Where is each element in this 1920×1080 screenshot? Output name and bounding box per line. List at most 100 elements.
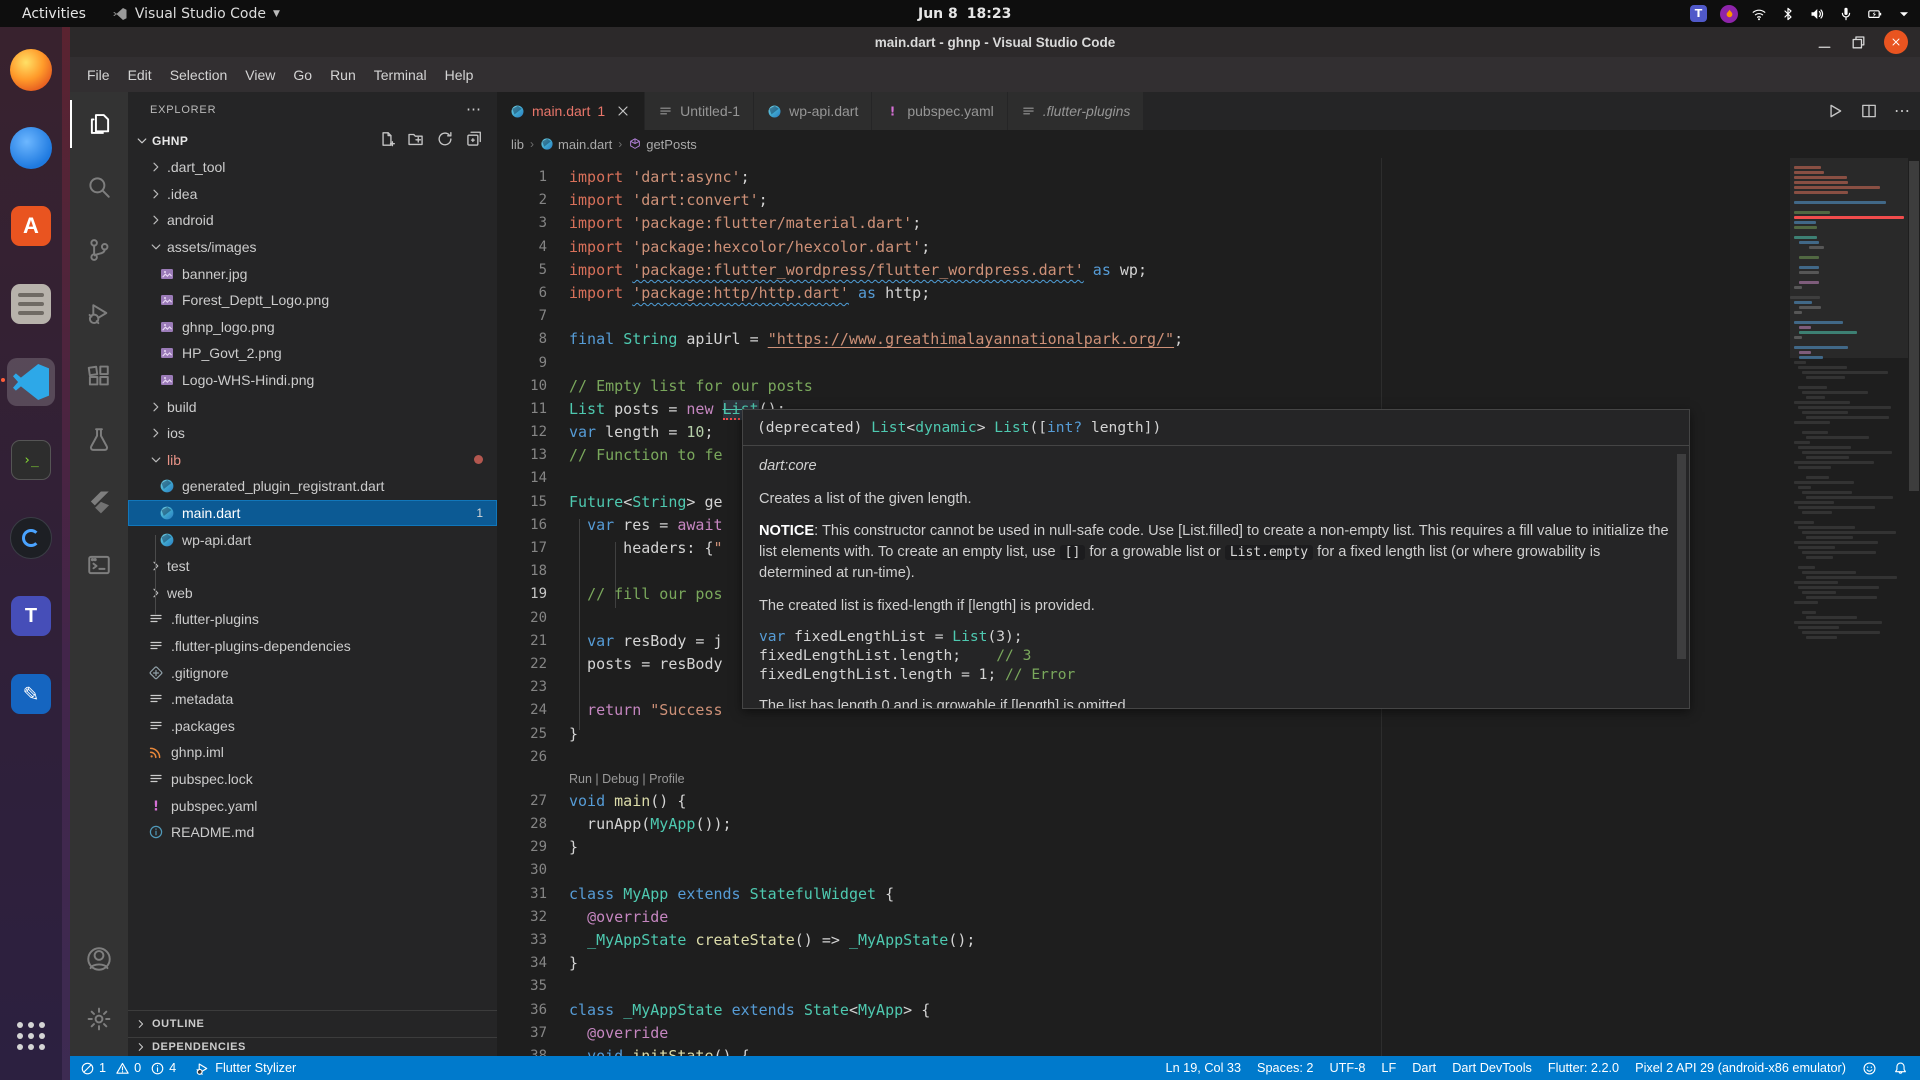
code-line[interactable]: 6import 'package:http/http.dart' as http… xyxy=(497,282,1790,305)
code-line[interactable]: 36class _MyAppState extends State<MyApp>… xyxy=(497,999,1790,1022)
status-pixel[interactable]: Pixel 2 API 29 (android-x86 emulator) xyxy=(1635,1056,1846,1080)
tree-item-README.md[interactable]: README.md xyxy=(128,819,497,846)
dependencies-section[interactable]: DEPENDENCIES xyxy=(128,1037,497,1056)
tree-item-main.dart[interactable]: main.dart1 xyxy=(128,500,497,527)
line-number[interactable]: 5 xyxy=(497,259,547,282)
tree-item-HP_Govt_2.png[interactable]: HP_Govt_2.png xyxy=(128,340,497,367)
close-tab-icon[interactable] xyxy=(615,103,631,119)
code-line[interactable]: 10// Empty list for our posts xyxy=(497,375,1790,398)
activity-dart-devtools[interactable] xyxy=(70,541,128,589)
status-dart[interactable]: Dart xyxy=(1412,1056,1436,1080)
activity-extensions[interactable] xyxy=(70,352,128,400)
dock-item-app-grid[interactable] xyxy=(7,1012,55,1060)
activity-explorer[interactable] xyxy=(70,100,128,148)
line-number[interactable]: 20 xyxy=(497,607,547,630)
new-folder-icon[interactable] xyxy=(407,130,425,148)
line-number[interactable]: 10 xyxy=(497,375,547,398)
close-button[interactable] xyxy=(1884,30,1908,54)
status-bell[interactable] xyxy=(1893,1056,1908,1080)
tree-item-ghnp_logo.png[interactable]: ghnp_logo.png xyxy=(128,314,497,341)
status-utf-8[interactable]: UTF-8 xyxy=(1329,1056,1365,1080)
activity-settings[interactable] xyxy=(70,995,128,1043)
line-number[interactable]: 8 xyxy=(497,328,547,351)
tree-item-test[interactable]: test xyxy=(128,553,497,580)
teams-tray-icon[interactable]: T xyxy=(1690,5,1707,22)
tree-item-.idea[interactable]: .idea xyxy=(128,181,497,208)
tab-wp-api.dart[interactable]: wp-api.dart xyxy=(754,92,872,130)
line-number[interactable]: 12 xyxy=(497,421,547,444)
bluetooth-icon[interactable] xyxy=(1780,6,1796,22)
volume-icon[interactable] xyxy=(1809,6,1825,22)
dock-item-terminal[interactable]: ›_ xyxy=(7,436,55,484)
flutter-stylizer-item[interactable]: Flutter Stylizer xyxy=(195,1056,296,1080)
hover-scrollbar[interactable] xyxy=(1677,454,1686,659)
line-number[interactable]: 7 xyxy=(497,305,547,328)
collapse-all-icon[interactable] xyxy=(465,130,483,148)
outline-section[interactable]: OUTLINE xyxy=(128,1010,497,1037)
code-line[interactable]: 33 _MyAppState createState() => _MyAppSt… xyxy=(497,929,1790,952)
code-line[interactable]: 9 xyxy=(497,352,1790,375)
line-number[interactable]: 4 xyxy=(497,236,547,259)
tree-item-lib[interactable]: lib xyxy=(128,447,497,474)
dock-item-ubuntu-software[interactable]: A xyxy=(7,202,55,250)
breadcrumb-main.dart[interactable]: main.dart xyxy=(540,137,612,152)
line-number[interactable]: 36 xyxy=(497,999,547,1022)
code-line[interactable]: 8final String apiUrl = "https://www.grea… xyxy=(497,328,1790,351)
line-number[interactable]: 29 xyxy=(497,836,547,859)
line-number[interactable]: 30 xyxy=(497,859,547,882)
dock-item-firefox[interactable] xyxy=(7,46,55,94)
tree-item-.metadata[interactable]: .metadata xyxy=(128,686,497,713)
line-number[interactable]: 28 xyxy=(497,813,547,836)
split-editor-icon[interactable] xyxy=(1860,102,1878,120)
dock-item-vscode[interactable] xyxy=(7,358,55,406)
line-number[interactable]: 32 xyxy=(497,906,547,929)
tree-item-banner.jpg[interactable]: banner.jpg xyxy=(128,260,497,287)
line-number[interactable]: 1 xyxy=(497,166,547,189)
menu-selection[interactable]: Selection xyxy=(161,62,237,88)
codelens[interactable]: Run | Debug | Profile xyxy=(569,769,1790,790)
line-number[interactable]: 35 xyxy=(497,975,547,998)
editor-more-actions-icon[interactable]: ⋯ xyxy=(1894,101,1910,121)
wifi-icon[interactable] xyxy=(1751,6,1767,22)
activities-button[interactable]: Activities xyxy=(14,6,94,22)
activity-search[interactable] xyxy=(70,163,128,211)
code-line[interactable]: 1import 'dart:async'; xyxy=(497,166,1790,189)
code-line[interactable]: 32 @override xyxy=(497,906,1790,929)
tree-item-ios[interactable]: ios xyxy=(128,420,497,447)
line-number[interactable]: 13 xyxy=(497,444,547,467)
line-number[interactable]: 25 xyxy=(497,723,547,746)
dock-item-dark-app[interactable] xyxy=(7,514,55,562)
run-icon[interactable] xyxy=(1826,102,1844,120)
line-number[interactable]: 11 xyxy=(497,398,547,421)
code-line[interactable]: 4import 'package:hexcolor/hexcolor.dart'… xyxy=(497,236,1790,259)
code-line[interactable]: 7 xyxy=(497,305,1790,328)
tree-item-pubspec.lock[interactable]: pubspec.lock xyxy=(128,766,497,793)
menu-edit[interactable]: Edit xyxy=(119,62,161,88)
code-line[interactable]: 29} xyxy=(497,836,1790,859)
line-number[interactable]: 27 xyxy=(497,790,547,813)
code-line[interactable]: 34} xyxy=(497,952,1790,975)
menu-terminal[interactable]: Terminal xyxy=(365,62,436,88)
activity-run-debug[interactable] xyxy=(70,289,128,337)
code-editor[interactable]: 1import 'dart:async';2import 'dart:conve… xyxy=(497,158,1920,1056)
line-number[interactable]: 26 xyxy=(497,746,547,769)
tree-item-Forest_Deptt_Logo.png[interactable]: Forest_Deptt_Logo.png xyxy=(128,287,497,314)
line-number[interactable]: 38 xyxy=(497,1045,547,1056)
clock[interactable]: Jun 8 18:23 xyxy=(918,0,1011,27)
line-number[interactable]: 14 xyxy=(497,467,547,490)
tree-item-assets/images[interactable]: assets/images xyxy=(128,234,497,261)
tab-.flutter-plugins[interactable]: .flutter-plugins xyxy=(1008,92,1145,130)
status-ln[interactable]: Ln 19, Col 33 xyxy=(1166,1056,1241,1080)
code-line[interactable]: 2import 'dart:convert'; xyxy=(497,189,1790,212)
tree-item-ghnp.iml[interactable]: ghnp.iml xyxy=(128,739,497,766)
microphone-icon[interactable] xyxy=(1838,6,1854,22)
title-bar[interactable]: main.dart - ghnp - Visual Studio Code xyxy=(70,27,1920,57)
tree-item-build[interactable]: build xyxy=(128,393,497,420)
activity-account[interactable] xyxy=(70,935,128,983)
code-line[interactable]: 27void main() { xyxy=(497,790,1790,813)
menu-view[interactable]: View xyxy=(236,62,284,88)
views-more-icon[interactable]: ⋯ xyxy=(466,100,481,118)
line-number[interactable]: 37 xyxy=(497,1022,547,1045)
tree-item-.gitignore[interactable]: .gitignore xyxy=(128,659,497,686)
code-line[interactable]: 31class MyApp extends StatefulWidget { xyxy=(497,883,1790,906)
